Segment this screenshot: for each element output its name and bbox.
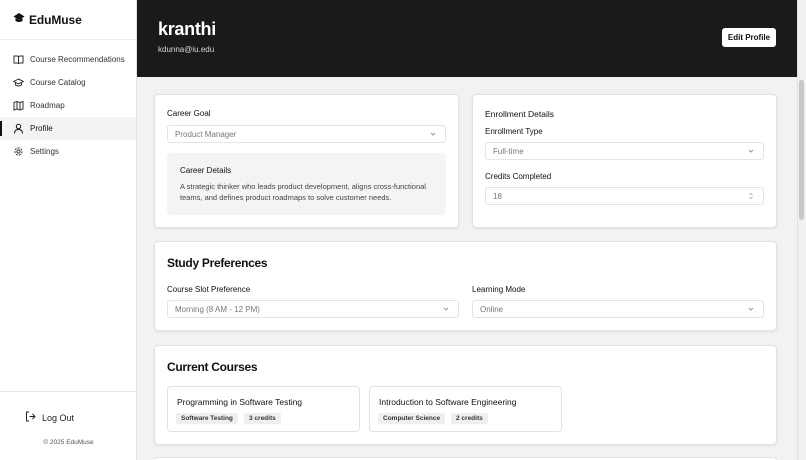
learning-mode-label: Learning Mode — [472, 285, 526, 294]
sidebar-item-label: Roadmap — [30, 101, 65, 110]
brand-name: EduMuse — [29, 12, 82, 27]
sidebar: EduMuse Course Recommendations Course Ca… — [0, 0, 137, 460]
sidebar-item-label: Course Catalog — [30, 78, 86, 87]
profile-header: kranthi kdunna@iu.edu Edit Profile — [137, 0, 797, 77]
sidebar-item-label: Settings — [30, 147, 59, 156]
sidebar-item-roadmap[interactable]: Roadmap — [0, 94, 136, 117]
number-stepper-icon[interactable] — [747, 192, 755, 200]
study-preferences-card: Study Preferences Course Slot Preference… — [154, 241, 777, 331]
user-name: kranthi — [158, 19, 216, 39]
sidebar-item-course-recommendations[interactable]: Course Recommendations — [0, 48, 136, 71]
enrollment-title: Enrollment Details — [485, 109, 554, 119]
sidebar-footer: Log Out © 2025 EduMuse — [0, 391, 137, 460]
course-title: Introduction to Software Engineering — [379, 397, 517, 407]
gear-icon — [13, 146, 24, 157]
graduation-cap-icon — [13, 77, 24, 88]
learning-mode-select[interactable]: Online — [472, 300, 764, 318]
map-icon — [13, 100, 24, 111]
sidebar-item-label: Course Recommendations — [30, 55, 125, 64]
scrollbar[interactable] — [797, 0, 806, 460]
logout-button[interactable]: Log Out — [25, 411, 74, 424]
scrollbar-thumb[interactable] — [799, 80, 804, 220]
credits-completed-label: Credits Completed — [485, 172, 552, 181]
chevron-down-icon — [442, 305, 450, 313]
learning-mode-value: Online — [480, 304, 504, 314]
career-goal-label: Career Goal — [167, 109, 211, 118]
course-slot-value: Morning (8 AM - 12 PM) — [175, 304, 260, 314]
sidebar-item-settings[interactable]: Settings — [0, 140, 136, 163]
copyright: © 2025 EduMuse — [43, 439, 94, 446]
logout-label: Log Out — [42, 412, 75, 423]
course-credits-tag: 2 credits — [451, 413, 488, 424]
course-department-tag: Computer Science — [378, 413, 446, 424]
chevron-down-icon — [747, 147, 755, 155]
career-details-text: A strategic thinker who leads product de… — [180, 182, 426, 202]
course-credits-tag: 3 credits — [244, 413, 281, 424]
sidebar-item-profile[interactable]: Profile — [0, 117, 136, 140]
enrollment-type-value: Full-time — [493, 146, 524, 156]
current-courses-title: Current Courses — [167, 360, 258, 374]
credits-completed-value: 18 — [493, 191, 502, 201]
edit-profile-button[interactable]: Edit Profile — [722, 28, 776, 47]
chevron-down-icon — [429, 130, 437, 138]
user-email: kdunna@iu.edu — [158, 45, 215, 54]
brand[interactable]: EduMuse — [0, 0, 136, 40]
sidebar-item-label: Profile — [30, 124, 53, 133]
study-preferences-title: Study Preferences — [167, 256, 268, 270]
career-goal-select[interactable]: Product Manager — [167, 125, 446, 143]
course-department-tag: Software Testing — [176, 413, 238, 424]
chevron-down-icon — [747, 305, 755, 313]
enrollment-type-label: Enrollment Type — [485, 127, 543, 136]
course-card[interactable]: Introduction to Software Engineering Com… — [369, 386, 562, 432]
sidebar-nav: Course Recommendations Course Catalog Ro… — [0, 48, 136, 163]
logout-icon — [25, 411, 36, 424]
career-details-box: Career Details A strategic thinker who l… — [167, 153, 446, 215]
enrollment-type-select[interactable]: Full-time — [485, 142, 764, 160]
enrollment-card: Enrollment Details Enrollment Type Full-… — [472, 94, 777, 228]
graduation-cap-logo-icon — [13, 11, 25, 29]
course-card[interactable]: Programming in Software Testing Software… — [167, 386, 360, 432]
career-details-title: Career Details — [180, 166, 232, 175]
career-goal-card: Career Goal Product Manager Career Detai… — [154, 94, 459, 228]
course-title: Programming in Software Testing — [177, 397, 303, 407]
book-open-icon — [13, 54, 24, 65]
user-icon — [13, 123, 24, 134]
career-goal-value: Product Manager — [175, 129, 237, 139]
course-slot-select[interactable]: Morning (8 AM - 12 PM) — [167, 300, 459, 318]
credits-completed-input[interactable]: 18 — [485, 187, 764, 205]
sidebar-item-course-catalog[interactable]: Course Catalog — [0, 71, 136, 94]
course-slot-label: Course Slot Preference — [167, 285, 251, 294]
